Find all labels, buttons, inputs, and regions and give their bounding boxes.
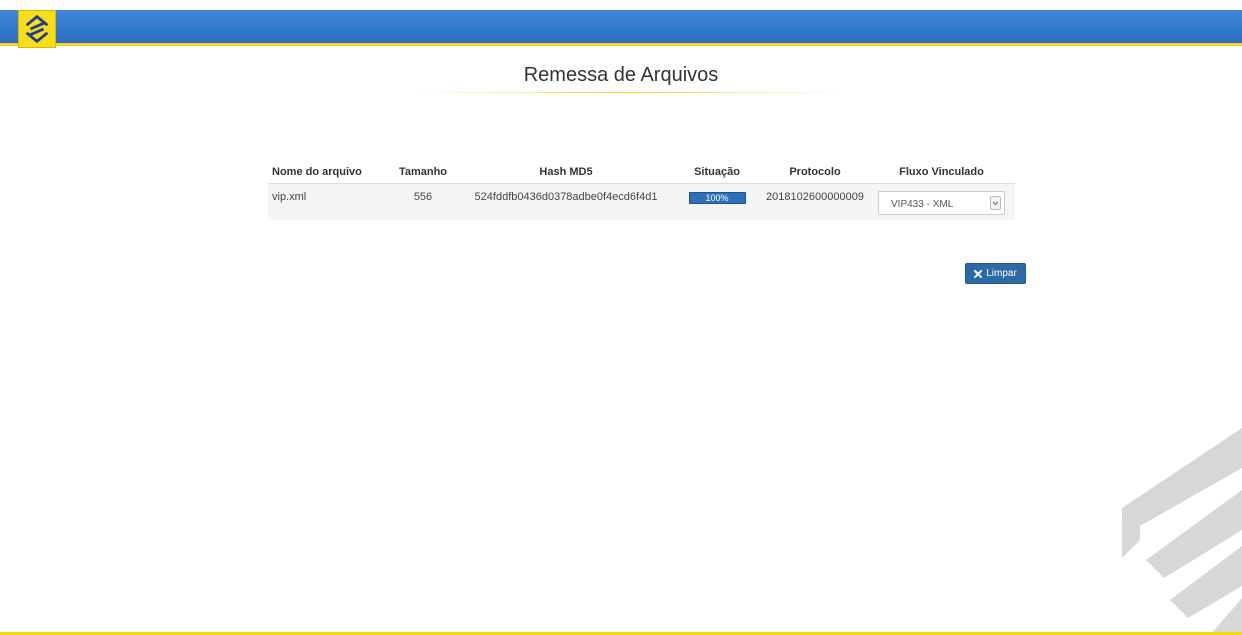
flow-cell: VIP433 - XML (868, 183, 1015, 220)
column-header-protocol: Protocolo (762, 161, 868, 184)
chevron-down-icon[interactable] (990, 195, 1001, 210)
title-divider (412, 92, 848, 93)
bb-watermark-icon (1122, 428, 1242, 635)
status-progress-bar: 100% (688, 191, 746, 204)
file-name: vip.xml (272, 190, 307, 203)
clear-button-label: Limpar (986, 268, 1017, 279)
column-header-hash: Hash MD5 (460, 161, 672, 184)
status-cell: 100% (672, 183, 762, 220)
status-progress-label: 100% (705, 192, 729, 203)
column-header-size: Tamanho (386, 161, 460, 184)
table-header-row: Nome do arquivo Tamanho Hash MD5 Situaçã… (268, 161, 1015, 184)
file-size: 556 (413, 190, 433, 203)
column-header-status: Situação (672, 161, 762, 184)
file-protocol: 2018102600000009 (766, 190, 864, 203)
column-header-flow: Fluxo Vinculado (868, 161, 1015, 184)
times-icon (974, 269, 983, 278)
clear-button[interactable]: Limpar (965, 263, 1026, 284)
file-hash: 524fddfb0436d0378adbe0f4ecd6f4d1 (474, 190, 658, 203)
files-table: Nome do arquivo Tamanho Hash MD5 Situaçã… (268, 161, 1015, 220)
table-row: vip.xml 556 524fddfb0436d0378adbe0f4ecd6… (268, 183, 1015, 220)
top-bar (0, 10, 1242, 46)
flow-select-value: VIP433 - XML (891, 198, 954, 210)
page-title: Remessa de Arquivos (523, 64, 719, 86)
bb-logo-icon[interactable] (18, 10, 56, 48)
column-header-name: Nome do arquivo (268, 161, 386, 184)
flow-select[interactable]: VIP433 - XML (878, 190, 1005, 215)
